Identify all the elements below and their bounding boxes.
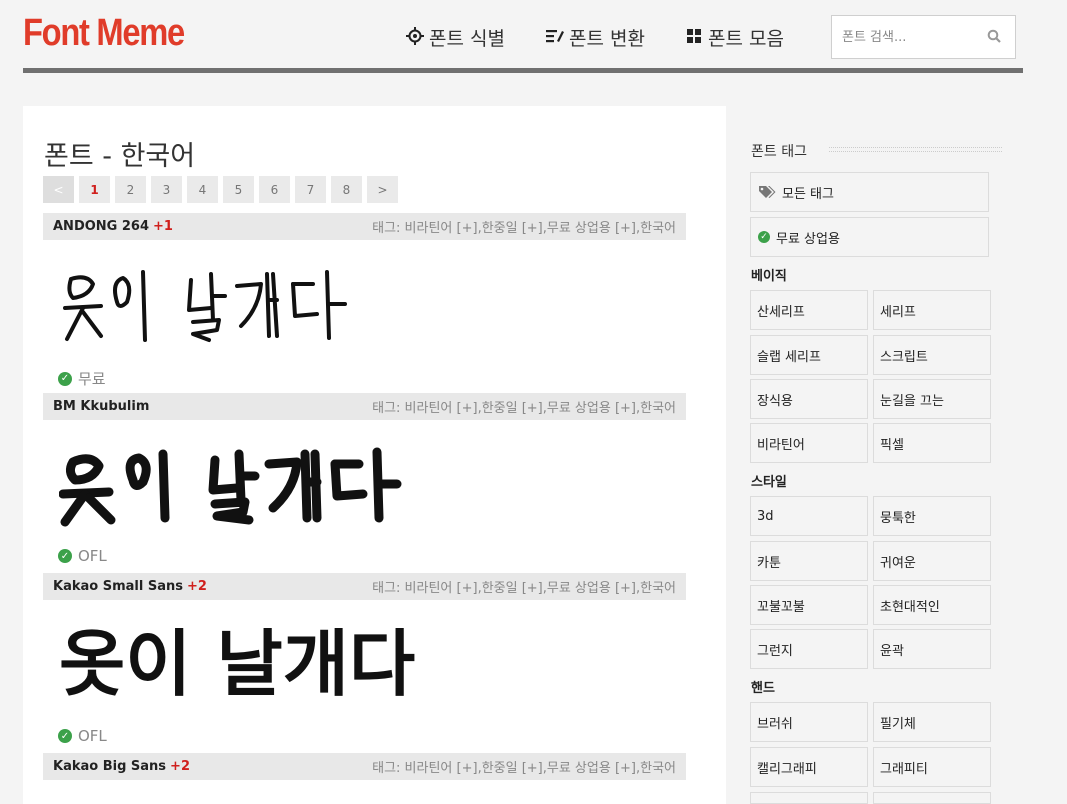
tag-button[interactable]	[873, 792, 991, 804]
check-circle-icon: ✓	[758, 231, 770, 243]
tag-button[interactable]: 슬랩 세리프	[750, 335, 868, 375]
tag-button[interactable]: 캘리그래피	[750, 747, 868, 787]
check-circle-icon: ✓	[58, 371, 72, 386]
tag-button[interactable]	[750, 792, 868, 804]
pagination-page[interactable]: 6	[259, 176, 290, 203]
grid-icon	[684, 28, 704, 47]
tag-button[interactable]: 카툰	[750, 541, 868, 581]
check-circle-icon: ✓	[58, 549, 72, 563]
tag-button[interactable]: 스크립트	[873, 335, 991, 375]
nav-convert-font[interactable]: 폰트 변환	[545, 24, 645, 51]
font-name-link[interactable]: BM Kkubulim	[53, 399, 153, 414]
pagination-page[interactable]: 7	[295, 176, 326, 203]
license-label: OFL	[78, 547, 107, 565]
license-label: OFL	[78, 727, 107, 745]
nav-identify-label: 폰트 식별	[429, 28, 505, 50]
license-badge: ✓ OFL	[58, 547, 107, 565]
page-title: 폰트 - 한국어	[44, 141, 196, 172]
tag-button[interactable]: 비라틴어	[750, 423, 868, 463]
tag-button[interactable]: 눈길을 끄는	[873, 379, 991, 419]
license-label: 무료	[78, 370, 106, 388]
font-tags: 태그: 비라틴어 [+],한중일 [+],무료 상업용 [+],한국어	[372, 401, 676, 416]
nav-collection-label: 폰트 모음	[708, 28, 784, 50]
nav-convert-label: 폰트 변환	[569, 28, 645, 50]
free-commercial-button[interactable]: ✓ 무료 상업용	[750, 217, 989, 257]
nav-identify-font[interactable]: 폰트 식별	[405, 24, 505, 51]
tag-button[interactable]: 장식용	[750, 379, 868, 419]
check-circle-icon: ✓	[58, 729, 72, 743]
nav-font-collection[interactable]: 폰트 모음	[684, 24, 784, 51]
free-commercial-label: 무료 상업용	[776, 231, 840, 247]
tag-button[interactable]: 픽셀	[873, 423, 991, 463]
sidebar-title-divider	[829, 147, 1002, 152]
sidebar-title: 폰트 태그	[751, 144, 807, 160]
pagination-page[interactable]: 1	[79, 176, 110, 203]
font-preview-image[interactable]	[58, 446, 409, 540]
tag-button[interactable]: 세리프	[873, 290, 991, 330]
handwritten-preview-svg	[63, 270, 347, 342]
variant-count: +2	[186, 579, 207, 594]
search-input[interactable]	[832, 16, 982, 58]
pagination-next[interactable]: >	[367, 176, 398, 203]
tag-button[interactable]: 그래피티	[873, 747, 991, 787]
font-tags: 태그: 비라틴어 [+],한중일 [+],무료 상업용 [+],한국어	[372, 761, 676, 776]
font-entry-header: Kakao Big Sans +2 태그: 비라틴어 [+],한중일 [+],무료…	[43, 753, 686, 780]
font-tags: 태그: 비라틴어 [+],한중일 [+],무료 상업용 [+],한국어	[372, 221, 676, 236]
pagination-page[interactable]: 4	[187, 176, 218, 203]
all-tags-label: 모든 태그	[782, 186, 834, 202]
tag-button[interactable]: 초현대적인	[873, 585, 991, 625]
tag-button[interactable]: 꼬불꼬불	[750, 585, 868, 625]
sidebar-heading-basic: 베이직	[751, 269, 787, 284]
site-logo[interactable]: Font Meme	[23, 12, 185, 55]
tag-button[interactable]: 윤곽	[873, 629, 991, 669]
font-preview-text[interactable]: 옷이 날개다	[59, 628, 415, 700]
pagination: < 1 2 3 4 5 6 7 8 >	[43, 176, 398, 203]
search-box	[831, 15, 1016, 59]
pagination-page[interactable]: 8	[331, 176, 362, 203]
tag-button[interactable]: 뭉툭한	[873, 496, 991, 536]
brush-preview-svg	[58, 447, 402, 527]
font-tags: 태그: 비라틴어 [+],한중일 [+],무료 상업용 [+],한국어	[372, 581, 676, 596]
tag-button[interactable]: 귀여운	[873, 541, 991, 581]
variant-count: +2	[170, 759, 190, 774]
pagination-prev[interactable]: <	[43, 176, 74, 203]
main-content: 폰트 - 한국어 < 1 2 3 4 5 6 7 8 > ANDONG 264 +…	[23, 106, 726, 804]
tags-icon	[758, 185, 776, 199]
font-name-link[interactable]: ANDONG 264 +1	[53, 219, 173, 234]
tag-button[interactable]: 필기체	[873, 702, 991, 742]
header-divider	[23, 68, 1023, 73]
font-preview-image[interactable]	[59, 264, 349, 358]
tag-button[interactable]: 산세리프	[750, 290, 868, 330]
site-header: Font Meme 폰트 식별 폰트 변환 폰트 모음	[0, 0, 1067, 74]
edit-list-icon	[545, 28, 565, 48]
all-tags-button[interactable]: 모든 태그	[750, 172, 989, 212]
font-name-link[interactable]: Kakao Small Sans +2	[53, 579, 207, 594]
font-name-link[interactable]: Kakao Big Sans +2	[53, 759, 190, 774]
license-badge: ✓ OFL	[58, 727, 107, 745]
pagination-page[interactable]: 3	[151, 176, 182, 203]
search-icon[interactable]	[987, 28, 1003, 44]
pagination-page[interactable]: 5	[223, 176, 254, 203]
license-badge: ✓ 무료	[58, 368, 106, 389]
variant-count: +1	[153, 219, 173, 234]
font-entry-header: Kakao Small Sans +2 태그: 비라틴어 [+],한중일 [+],…	[43, 573, 686, 600]
font-entry-header: ANDONG 264 +1 태그: 비라틴어 [+],한중일 [+],무료 상업용…	[43, 213, 686, 240]
sidebar-heading-hand: 핸드	[751, 681, 775, 696]
font-entry-header: BM Kkubulim 태그: 비라틴어 [+],한중일 [+],무료 상업용 …	[43, 393, 686, 420]
tag-button[interactable]: 3d	[750, 496, 868, 536]
pagination-page[interactable]: 2	[115, 176, 146, 203]
sidebar-heading-style: 스타일	[751, 475, 787, 490]
crosshair-icon	[405, 26, 425, 49]
tag-button[interactable]: 그런지	[750, 629, 868, 669]
tag-button[interactable]: 브러쉬	[750, 702, 868, 742]
